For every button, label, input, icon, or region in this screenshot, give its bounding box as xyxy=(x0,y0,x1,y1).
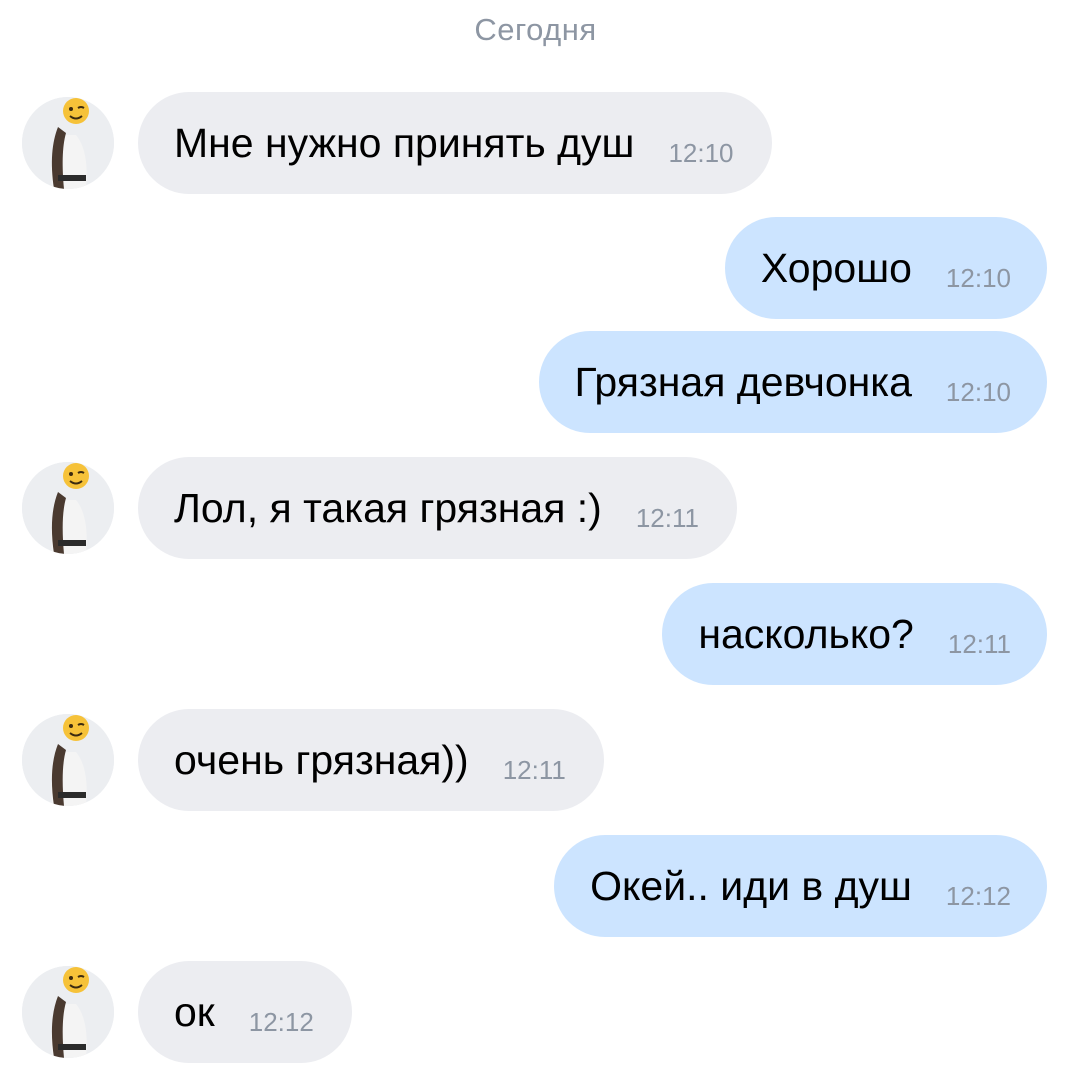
message-time: 12:12 xyxy=(248,1006,314,1037)
message-time: 12:11 xyxy=(502,754,566,785)
message-row: Хорошо 12:10 xyxy=(0,217,1071,319)
outgoing-message-bubble[interactable]: Хорошо 12:10 xyxy=(724,217,1047,319)
message-time: 12:10 xyxy=(945,376,1011,407)
contact-avatar[interactable] xyxy=(22,462,114,554)
outgoing-message-bubble[interactable]: Окей.. иди в душ 12:12 xyxy=(554,835,1047,937)
message-time: 12:12 xyxy=(945,880,1011,911)
message-text: ок xyxy=(174,988,215,1035)
message-row: очень грязная)) 12:11 xyxy=(0,709,1071,811)
message-time: 12:11 xyxy=(947,628,1011,659)
message-text: насколько? xyxy=(698,610,914,657)
message-text: очень грязная)) xyxy=(174,736,469,783)
incoming-message-bubble[interactable]: очень грязная)) 12:11 xyxy=(138,709,604,811)
message-row: ок 12:12 xyxy=(0,961,1071,1063)
message-text: Окей.. иди в душ xyxy=(590,862,912,909)
incoming-message-bubble[interactable]: ок 12:12 xyxy=(138,961,352,1063)
message-row: Лол, я такая грязная :) 12:11 xyxy=(0,457,1071,559)
message-row: насколько? 12:11 xyxy=(0,583,1071,685)
message-time: 12:10 xyxy=(945,262,1011,293)
message-text: Мне нужно принять душ xyxy=(174,119,635,166)
outgoing-message-bubble[interactable]: Грязная девчонка 12:10 xyxy=(538,331,1047,433)
contact-avatar[interactable] xyxy=(22,714,114,806)
message-time: 12:11 xyxy=(635,502,699,533)
incoming-message-bubble[interactable]: Мне нужно принять душ 12:10 xyxy=(138,92,772,194)
message-text: Хорошо xyxy=(760,244,912,291)
date-separator: Сегодня xyxy=(474,12,597,47)
message-text: Грязная девчонка xyxy=(574,358,912,405)
message-row: Грязная девчонка 12:10 xyxy=(0,331,1071,433)
message-row: Окей.. иди в душ 12:12 xyxy=(0,835,1071,937)
incoming-message-bubble[interactable]: Лол, я такая грязная :) 12:11 xyxy=(138,457,737,559)
message-row: Мне нужно принять душ 12:10 xyxy=(0,92,1071,194)
message-text: Лол, я такая грязная :) xyxy=(174,484,602,531)
contact-avatar[interactable] xyxy=(22,966,114,1058)
outgoing-message-bubble[interactable]: насколько? 12:11 xyxy=(662,583,1047,685)
contact-avatar[interactable] xyxy=(22,97,114,189)
message-time: 12:10 xyxy=(668,137,734,168)
